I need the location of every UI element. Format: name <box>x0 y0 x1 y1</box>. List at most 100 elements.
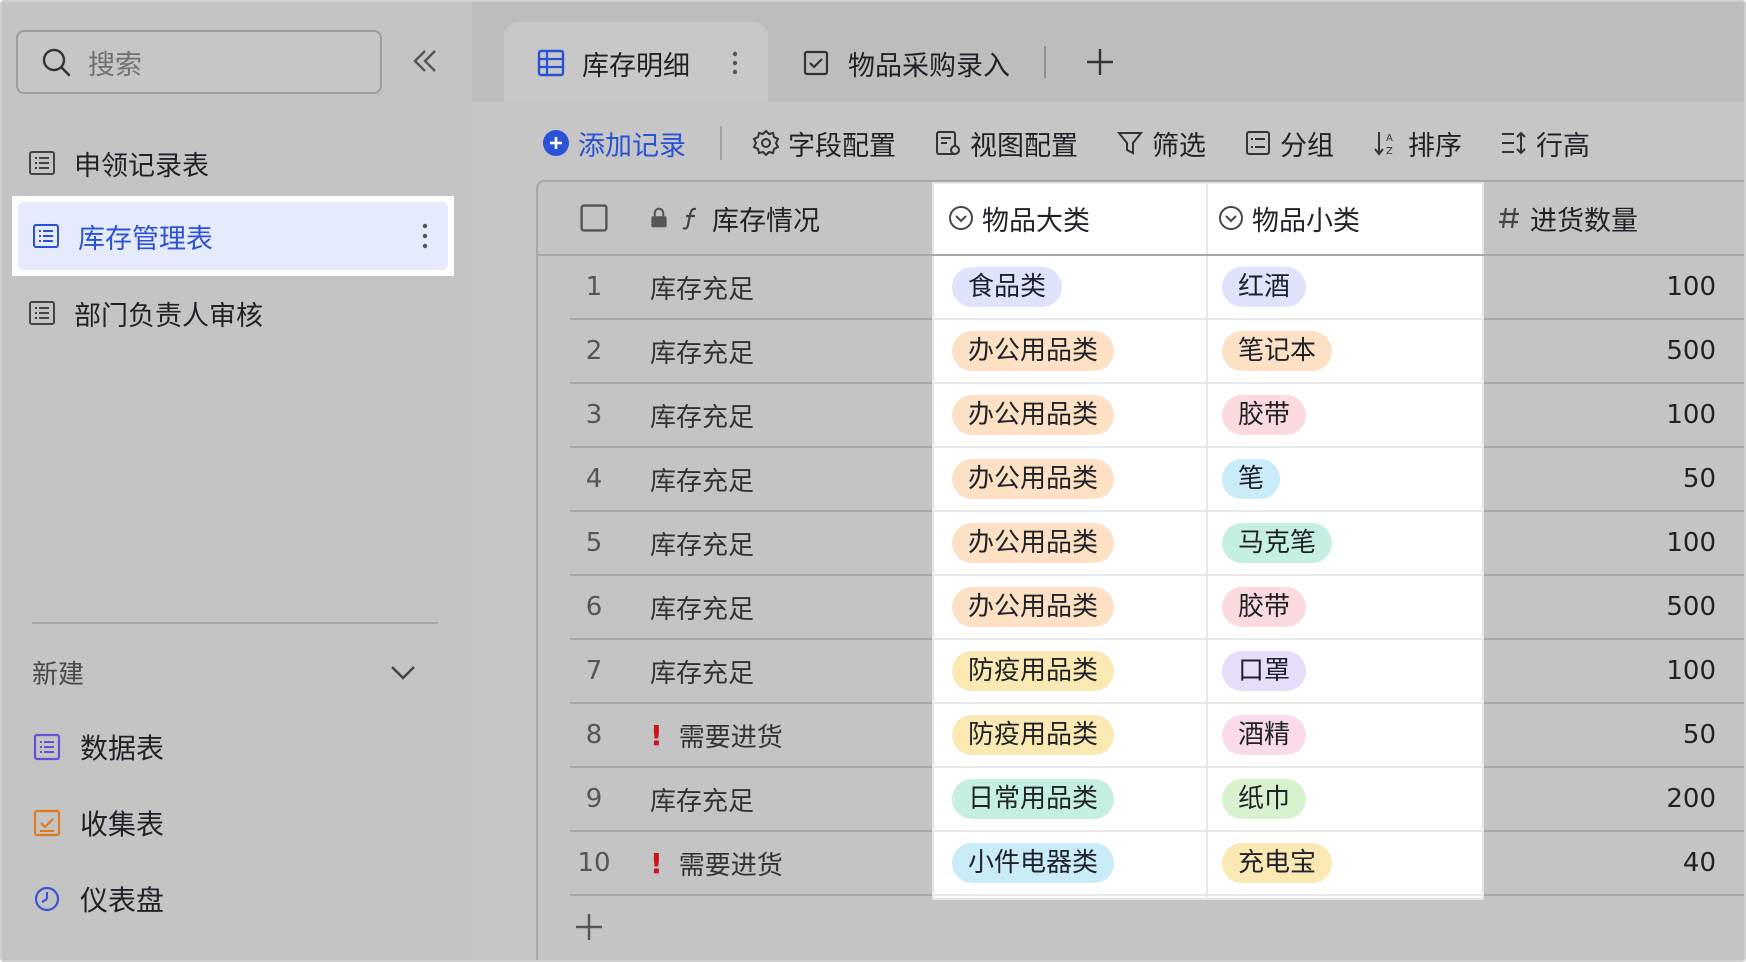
new-section-toggle[interactable]: 新建 <box>32 652 418 692</box>
row-number: 5 <box>585 528 603 558</box>
category-cell[interactable]: 办公用品类 <box>952 448 1202 510</box>
column-header-label: 物品大类 <box>982 205 1090 237</box>
sidebar-item-label: 库存管理表 <box>78 223 213 255</box>
category-cell[interactable]: 办公用品类 <box>952 512 1202 574</box>
sort-button[interactable]: AZ 排序 <box>1372 124 1462 163</box>
quantity-cell[interactable]: 50 <box>1496 448 1716 510</box>
sidebar-item-department-review[interactable]: 部门负责人审核 <box>28 282 438 344</box>
checkbox-icon <box>580 204 608 232</box>
subcategory-cell[interactable]: 纸巾 <box>1222 768 1472 830</box>
more-options-icon[interactable] <box>422 222 428 250</box>
category-cell[interactable]: 防疫用品类 <box>952 640 1202 702</box>
status-cell[interactable]: ! 需要进货 <box>650 704 920 766</box>
status-cell[interactable]: 库存充足 <box>650 512 920 574</box>
category-tag: 办公用品类 <box>952 587 1115 627</box>
category-cell[interactable]: 食品类 <box>952 256 1202 318</box>
filter-button[interactable]: 筛选 <box>1116 124 1206 163</box>
category-cell[interactable]: 办公用品类 <box>952 576 1202 638</box>
subcategory-cell[interactable]: 笔记本 <box>1222 320 1472 382</box>
field-config-button[interactable]: 字段配置 <box>752 124 896 163</box>
subcategory-tag: 胶带 <box>1222 395 1307 435</box>
filter-icon <box>1116 132 1144 155</box>
status-cell[interactable]: 库存充足 <box>650 256 920 318</box>
create-dashboard-button[interactable]: 仪表盘 <box>32 874 164 924</box>
status-cell[interactable]: 库存充足 <box>650 448 920 510</box>
subcategory-cell[interactable]: 口罩 <box>1222 640 1472 702</box>
column-header-subcategory[interactable]: 物品小类 <box>1218 182 1468 254</box>
create-data-table-button[interactable]: 数据表 <box>32 722 164 772</box>
status-cell[interactable]: 库存充足 <box>650 576 920 638</box>
quantity-cell[interactable]: 100 <box>1496 640 1716 702</box>
status-cell[interactable]: 库存充足 <box>650 320 920 382</box>
subcategory-cell[interactable]: 充电宝 <box>1222 832 1472 894</box>
column-header-quantity[interactable]: 进货数量 <box>1496 182 1744 254</box>
view-config-button[interactable]: 视图配置 <box>934 124 1078 163</box>
quantity-cell[interactable]: 50 <box>1496 704 1716 766</box>
quantity-cell[interactable]: 200 <box>1496 768 1716 830</box>
add-view-icon[interactable] <box>1084 46 1116 78</box>
quantity-cell[interactable]: 500 <box>1496 320 1716 382</box>
status-text: 库存充足 <box>650 402 755 433</box>
table-icon <box>33 224 59 248</box>
collapse-sidebar-icon[interactable] <box>410 46 440 76</box>
search-placeholder: 搜索 <box>88 49 142 81</box>
sort-label: 排序 <box>1408 130 1462 162</box>
tab-inventory-details[interactable]: 库存明细 <box>504 22 768 104</box>
status-cell[interactable]: ! 需要进货 <box>650 832 920 894</box>
group-button[interactable]: 分组 <box>1244 124 1334 163</box>
row-number: 1 <box>585 272 603 302</box>
sidebar-item-application-records[interactable]: 申领记录表 <box>28 132 438 194</box>
table-icon <box>29 301 55 325</box>
subcategory-cell[interactable]: 胶带 <box>1222 384 1472 446</box>
row-height-button[interactable]: 行高 <box>1500 124 1590 163</box>
status-text: 需要进货 <box>678 850 783 881</box>
subcategory-tag: 充电宝 <box>1222 843 1333 883</box>
category-tag: 食品类 <box>952 267 1063 307</box>
subcategory-cell[interactable]: 马克笔 <box>1222 512 1472 574</box>
form-check-icon <box>33 809 61 837</box>
status-cell[interactable]: 库存充足 <box>650 384 920 446</box>
grid-view-icon <box>537 49 565 77</box>
category-cell[interactable]: 小件电器类 <box>952 832 1202 894</box>
view-settings-icon <box>936 131 960 155</box>
create-item-label: 收集表 <box>80 808 165 841</box>
more-options-icon[interactable] <box>732 50 738 76</box>
quantity-cell[interactable]: 100 <box>1496 512 1716 574</box>
subcategory-cell[interactable]: 笔 <box>1222 448 1472 510</box>
category-tag: 办公用品类 <box>952 395 1115 435</box>
svg-text:Z: Z <box>1386 146 1393 157</box>
column-divider <box>1206 182 1208 900</box>
create-form-button[interactable]: 收集表 <box>32 798 164 848</box>
quantity-cell[interactable]: 40 <box>1496 832 1716 894</box>
sidebar-item-inventory-management[interactable]: 库存管理表 <box>12 196 454 276</box>
add-row-icon[interactable] <box>574 912 604 942</box>
category-cell[interactable]: 办公用品类 <box>952 320 1202 382</box>
sidebar-divider <box>32 622 438 624</box>
column-header-status[interactable]: 库存情况 <box>648 182 928 254</box>
sidebar-item-active-bg: 库存管理表 <box>18 202 448 270</box>
subcategory-cell[interactable]: 酒精 <box>1222 704 1472 766</box>
category-tag: 日常用品类 <box>952 779 1115 819</box>
category-cell[interactable]: 防疫用品类 <box>952 704 1202 766</box>
tab-purchase-entry[interactable]: 物品采购录入 <box>802 22 1010 104</box>
subcategory-tag: 笔记本 <box>1222 331 1333 371</box>
add-record-label: 添加记录 <box>578 130 686 162</box>
status-cell[interactable]: 库存充足 <box>650 640 920 702</box>
quantity-cell[interactable]: 500 <box>1496 576 1716 638</box>
status-text: 库存充足 <box>650 466 755 497</box>
status-cell[interactable]: 库存充足 <box>650 768 920 830</box>
quantity-cell[interactable]: 100 <box>1496 384 1716 446</box>
subcategory-cell[interactable]: 胶带 <box>1222 576 1472 638</box>
category-cell[interactable]: 日常用品类 <box>952 768 1202 830</box>
subcategory-cell[interactable]: 红酒 <box>1222 256 1472 318</box>
add-record-button[interactable]: 添加记录 <box>542 124 686 163</box>
chevron-down-icon <box>391 666 415 680</box>
category-cell[interactable]: 办公用品类 <box>952 384 1202 446</box>
column-header-category[interactable]: 物品大类 <box>948 182 1198 254</box>
quantity-cell[interactable]: 100 <box>1496 256 1716 318</box>
status-text: 库存充足 <box>650 658 755 689</box>
select-all-checkbox[interactable] <box>580 182 610 254</box>
search-input[interactable]: 搜索 <box>16 30 382 94</box>
sidebar-item-label: 部门负责人审核 <box>74 300 263 332</box>
table-icon <box>29 151 55 175</box>
